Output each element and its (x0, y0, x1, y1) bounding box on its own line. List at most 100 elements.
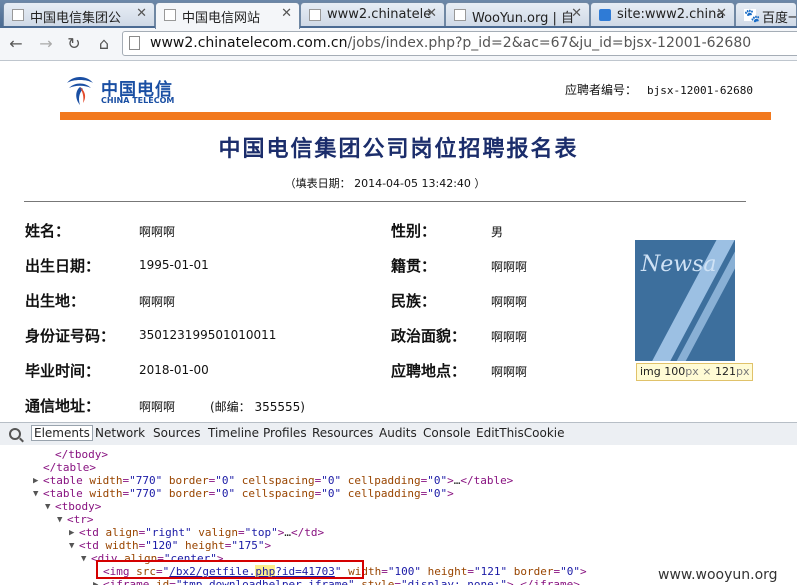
applicant-number: 应聘者编号： bjsx-12001-62680 (565, 81, 753, 98)
close-tab-icon[interactable]: ✕ (281, 6, 292, 21)
page-content: 中国电信 CHINA TELECOM 应聘者编号： bjsx-12001-6268… (0, 61, 797, 418)
name-value: 啊啊啊 (139, 225, 176, 239)
devtools-tab-timeline[interactable]: Timeline (208, 426, 259, 440)
page-favicon-icon (309, 9, 321, 21)
collapse-arrow-icon[interactable]: ▼ (81, 554, 86, 564)
reload-icon[interactable]: ↻ (64, 34, 84, 53)
political-status-value: 啊啊啊 (491, 330, 528, 344)
page-icon (129, 36, 140, 50)
collapse-arrow-icon[interactable]: ▼ (69, 541, 74, 551)
home-icon[interactable]: ⌂ (94, 34, 114, 53)
gender-value: 男 (491, 225, 504, 239)
title-divider (24, 201, 746, 202)
devtools-tab-profiles[interactable]: Profiles (263, 426, 307, 440)
native-place-label: 籍贯： (391, 257, 437, 275)
dom-line[interactable]: <table width="770" border="0" cellspacin… (43, 487, 454, 500)
dom-line[interactable]: </tbody> (55, 448, 108, 461)
expand-arrow-icon[interactable]: ▶ (33, 476, 38, 486)
tab-title: site:www2.china (617, 7, 725, 22)
devtools-tab-console[interactable]: Console (423, 426, 471, 440)
dom-line[interactable]: <td align="right" valign="top">…</td> (79, 526, 324, 539)
url-path: /jobs/index.php?p_id=2&ac=67&ju_id=bjsx-… (347, 35, 752, 51)
applicant-number-label: 应聘者编号： (565, 83, 638, 97)
address-bar[interactable]: www2.chinatelecom.com.cn/jobs/index.php?… (122, 31, 797, 56)
browser-toolbar: ← → ↻ ⌂ www2.chinatelecom.com.cn/jobs/in… (0, 28, 797, 61)
devtools-tab-audits[interactable]: Audits (379, 426, 417, 440)
tooltip-times: × (702, 365, 712, 378)
devtools-tab-editthiscookie[interactable]: EditThisCookie (476, 426, 565, 440)
logo-text-en: CHINA TELECOM (101, 96, 175, 105)
tab-title: 百度一 (762, 11, 796, 26)
browser-tab[interactable]: www2.chinatele ✕ (300, 2, 445, 26)
tab-title: 中国电信网站 (182, 11, 261, 26)
collapse-arrow-icon[interactable]: ▼ (45, 502, 50, 512)
devtools-tab-bar: Elements Network Sources Timeline Profil… (0, 422, 797, 446)
gender-label: 性别： (391, 222, 437, 240)
applicant-number-value: bjsx-12001-62680 (647, 84, 753, 97)
id-number-label: 身份证号码： (25, 327, 116, 345)
dom-line[interactable]: <tbody> (55, 500, 101, 513)
browser-tab[interactable]: WooYun.org | 自 ✕ (445, 2, 590, 26)
fill-date: （填表日期： 2014-04-05 13:42:40 ） (284, 177, 486, 190)
graduation-date-value: 2018-01-00 (139, 363, 209, 377)
political-status-label: 政治面貌： (391, 327, 467, 345)
name-label: 姓名： (25, 222, 71, 240)
collapse-arrow-icon[interactable]: ▼ (57, 515, 62, 525)
page-favicon-icon (454, 9, 466, 21)
url-text[interactable]: www2.chinatelecom.com.cn/jobs/index.php?… (150, 35, 751, 51)
inspect-search-icon[interactable] (9, 428, 21, 440)
expand-arrow-icon[interactable]: ▶ (93, 580, 98, 585)
dom-line[interactable]: </table> (43, 461, 96, 474)
dom-line[interactable]: <td width="120" height="175"> (79, 539, 271, 552)
devtools-tab-elements[interactable]: Elements (31, 425, 93, 441)
devtools-tab-network[interactable]: Network (95, 426, 145, 440)
browser-tab[interactable]: 中国电信集团公 ✕ (3, 2, 155, 26)
forward-arrow-icon[interactable]: → (36, 34, 56, 53)
close-tab-icon[interactable]: ✕ (716, 6, 727, 21)
birthplace-value: 啊啊啊 (139, 295, 176, 309)
page-favicon-icon (164, 9, 176, 21)
browser-tab[interactable]: site:www2.china ✕ (590, 2, 735, 26)
wooyun-watermark: www.wooyun.org (658, 567, 778, 583)
dom-line[interactable]: <tr> (67, 513, 94, 526)
tab-title: www2.chinatele (327, 7, 432, 22)
header-divider (60, 112, 771, 120)
ethnicity-value: 啊啊啊 (491, 295, 528, 309)
back-arrow-icon[interactable]: ← (6, 34, 26, 53)
highlight-box (96, 560, 364, 579)
page-favicon-icon (12, 9, 24, 21)
job-location-label: 应聘地点： (391, 362, 467, 380)
close-tab-icon[interactable]: ✕ (426, 6, 437, 21)
ethnicity-label: 民族： (391, 292, 437, 310)
dom-line[interactable]: <iframe id="tmp_downloadhelper_iframe" s… (103, 578, 580, 585)
job-location-value: 啊啊啊 (491, 365, 528, 379)
tab-title: WooYun.org | 自 (472, 11, 575, 26)
id-number-value: 350123199501010011 (139, 328, 277, 342)
devtools-tab-resources[interactable]: Resources (312, 426, 373, 440)
tooltip-width: 100 (664, 365, 686, 378)
tooltip-unit: px (685, 365, 699, 378)
native-place-value: 啊啊啊 (491, 260, 528, 274)
browser-tab[interactable]: 🐾 百度一 (735, 2, 797, 26)
expand-arrow-icon[interactable]: ▶ (69, 528, 74, 538)
browser-tab-active[interactable]: 中国电信网站 ✕ (155, 2, 300, 29)
close-tab-icon[interactable]: ✕ (571, 6, 582, 21)
close-tab-icon[interactable]: ✕ (136, 6, 147, 21)
collapse-arrow-icon[interactable]: ▼ (33, 489, 38, 499)
tooltip-height: 121 (714, 365, 736, 378)
url-domain: www2.chinatelecom.com.cn (150, 35, 348, 51)
tooltip-tag: img (640, 365, 661, 378)
applicant-photo: Newsa (635, 240, 735, 361)
birth-date-label: 出生日期： (25, 257, 101, 275)
dom-line[interactable]: <table width="770" border="0" cellspacin… (43, 474, 513, 487)
google-favicon-icon (599, 9, 611, 21)
devtools-tab-sources[interactable]: Sources (153, 426, 200, 440)
birth-date-value: 1995-01-01 (139, 258, 209, 272)
photo-watermark-text: Newsa (641, 252, 717, 277)
tab-title: 中国电信集团公 (30, 11, 122, 26)
browser-tab-strip: 中国电信集团公 ✕ 中国电信网站 ✕ www2.chinatele ✕ WooY… (0, 0, 797, 29)
birthplace-label: 出生地： (25, 292, 86, 310)
image-size-tooltip: img 100px × 121px (636, 363, 754, 381)
baidu-favicon-icon: 🐾 (744, 9, 761, 24)
page-title: 中国电信集团公司岗位招聘报名表 (218, 136, 579, 162)
